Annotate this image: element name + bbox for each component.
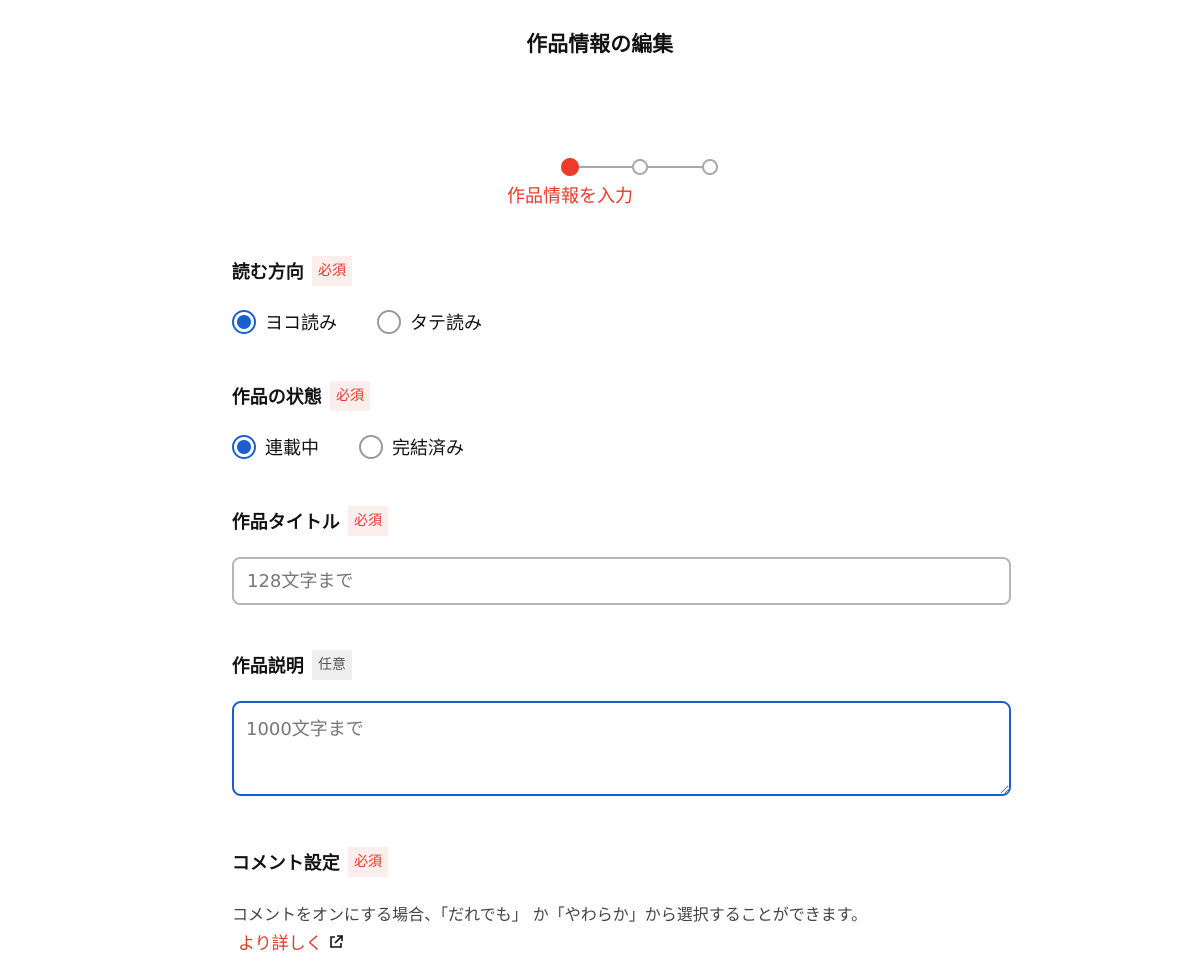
- stepper-connector: [579, 166, 632, 168]
- learn-more-link[interactable]: より詳しく: [238, 929, 343, 954]
- radio-button[interactable]: [377, 310, 401, 334]
- step-3-dot: [702, 159, 718, 175]
- optional-badge: 任意: [312, 650, 352, 680]
- radio-completed[interactable]: 完結済み: [359, 434, 464, 460]
- radio-label: 完結済み: [392, 438, 464, 459]
- read-direction-label-row: 読む方向 必須: [232, 256, 352, 286]
- title-label-row: 作品タイトル 必須: [232, 506, 388, 536]
- read-direction-radio-group: ヨコ読み タテ読み: [232, 309, 522, 335]
- comment-settings-help-text: コメントをオンにする場合、「だれでも」 か「やわらか」から選択することができます…: [232, 905, 868, 924]
- required-badge: 必須: [348, 506, 388, 536]
- comment-settings-label: コメント設定: [232, 853, 340, 874]
- page-title: 作品情報の編集: [526, 32, 674, 56]
- comment-settings-label-row: コメント設定 必須: [232, 847, 388, 877]
- step-2-dot: [632, 159, 648, 175]
- radio-button-checked[interactable]: [232, 310, 256, 334]
- status-label: 作品の状態: [232, 387, 322, 408]
- read-direction-label: 読む方向: [232, 262, 304, 283]
- description-textarea[interactable]: [232, 701, 1011, 796]
- radio-horizontal-reading[interactable]: ヨコ読み: [232, 309, 337, 335]
- title-input[interactable]: [232, 557, 1011, 605]
- description-label-row: 作品説明 任意: [232, 650, 352, 680]
- progress-stepper: [560, 157, 720, 177]
- required-badge: 必須: [312, 256, 352, 286]
- radio-label: タテ読み: [410, 313, 482, 334]
- radio-ongoing[interactable]: 連載中: [232, 434, 319, 460]
- required-badge: 必須: [348, 847, 388, 877]
- status-label-row: 作品の状態 必須: [232, 381, 370, 411]
- radio-label: 連載中: [265, 438, 319, 459]
- step-1-dot-active: [561, 158, 579, 176]
- radio-button-checked[interactable]: [232, 435, 256, 459]
- stepper-connector: [648, 166, 702, 168]
- radio-label: ヨコ読み: [265, 313, 337, 334]
- status-radio-group: 連載中 完結済み: [232, 434, 504, 460]
- description-label: 作品説明: [232, 656, 304, 677]
- radio-button[interactable]: [359, 435, 383, 459]
- radio-vertical-reading[interactable]: タテ読み: [377, 309, 482, 335]
- external-link-icon: [329, 934, 343, 948]
- learn-more-label: より詳しく: [238, 934, 323, 954]
- current-step-label: 作品情報を入力: [507, 186, 633, 207]
- required-badge: 必須: [330, 381, 370, 411]
- title-label: 作品タイトル: [232, 512, 340, 533]
